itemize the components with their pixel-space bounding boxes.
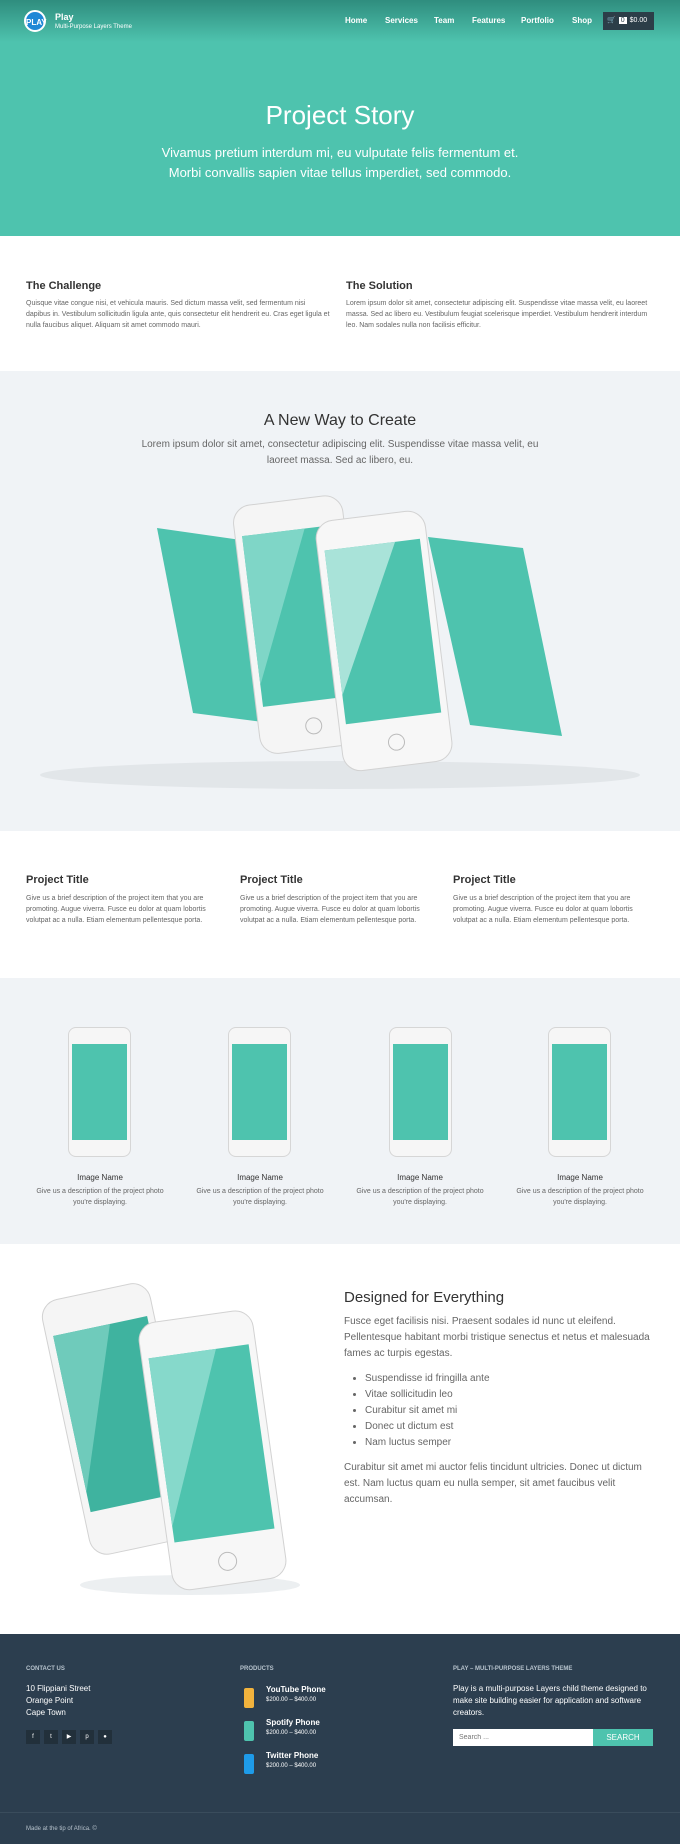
nav-shop[interactable]: Shop bbox=[572, 16, 592, 25]
gallery-phone-image[interactable] bbox=[389, 1027, 452, 1157]
product-price: $200.00 – $400.00 bbox=[266, 1730, 317, 1736]
hero-subtitle: Vivamus pretium interdum mi, eu vulputat… bbox=[161, 145, 519, 180]
cart-icon: 🛒 bbox=[607, 17, 616, 24]
gallery-item-name: Image Name bbox=[397, 1173, 443, 1182]
search-input[interactable] bbox=[453, 1729, 593, 1746]
gallery-item-desc: Give us a description of the project pho… bbox=[356, 1188, 484, 1206]
product-price: $200.00 – $400.00 bbox=[266, 1763, 317, 1769]
product-price: $200.00 – $400.00 bbox=[266, 1697, 317, 1703]
gallery-item-name: Image Name bbox=[77, 1173, 123, 1182]
bullet-item: Nam luctus semper bbox=[365, 1435, 490, 1451]
gallery-phone-image[interactable] bbox=[228, 1027, 291, 1157]
product-thumbnail[interactable] bbox=[244, 1721, 254, 1741]
project-text: Give us a brief description of the proje… bbox=[453, 895, 633, 924]
project-text: Give us a brief description of the proje… bbox=[240, 895, 420, 924]
footer-divider bbox=[0, 1812, 680, 1813]
gallery-phone-image[interactable] bbox=[548, 1027, 611, 1157]
product-thumbnail[interactable] bbox=[244, 1754, 254, 1774]
logo[interactable]: PLAY bbox=[24, 10, 47, 32]
gallery-item: Image Name Give us a description of the p… bbox=[195, 1161, 325, 1208]
challenge-title: The Challenge bbox=[26, 280, 102, 292]
about-heading: PLAY – MULTI-PURPOSE LAYERS THEME bbox=[453, 1666, 573, 1672]
address-line: Orange Point bbox=[26, 1696, 74, 1705]
bullet-item: Curabitur sit amet mi bbox=[365, 1403, 490, 1419]
about-text: Play is a multi-purpose Layers child the… bbox=[453, 1684, 647, 1717]
bullet-item: Donec ut dictum est bbox=[365, 1419, 490, 1435]
cart-button[interactable]: 🛒 0 $0.00 bbox=[603, 12, 654, 30]
copyright: Made at the tip of Africa. © bbox=[26, 1826, 97, 1832]
contact-heading: CONTACT US bbox=[26, 1666, 65, 1672]
facebook-icon[interactable]: f bbox=[26, 1730, 40, 1744]
product-thumbnail[interactable] bbox=[244, 1688, 254, 1708]
cart-count: 0 bbox=[618, 17, 627, 24]
site-title[interactable]: Play bbox=[55, 12, 74, 22]
project-text: Give us a brief description of the proje… bbox=[26, 895, 206, 924]
designed-outro: Curabitur sit amet mi auctor felis tinci… bbox=[344, 1462, 642, 1505]
cart-total: $0.00 bbox=[629, 17, 648, 24]
gallery-item-desc: Give us a description of the project pho… bbox=[36, 1188, 164, 1206]
contact-address: 10 Flippiani Street Orange Point Cape To… bbox=[26, 1683, 90, 1719]
bullet-item: Vitae sollicitudin leo bbox=[365, 1387, 490, 1403]
designed-intro: Fusce eget facilisis nisi. Praesent soda… bbox=[344, 1316, 650, 1359]
product-item[interactable]: YouTube Phone $200.00 – $400.00 bbox=[266, 1685, 326, 1703]
products-heading: PRODUCTS bbox=[240, 1666, 274, 1672]
project-title: Project Title bbox=[453, 874, 516, 886]
dribbble-icon[interactable]: ● bbox=[98, 1730, 112, 1744]
new-way-text: Lorem ipsum dolor sit amet, consectetur … bbox=[141, 439, 539, 466]
address-line: 10 Flippiani Street bbox=[26, 1684, 91, 1693]
nav-team[interactable]: Team bbox=[434, 16, 454, 25]
search-button[interactable]: SEARCH bbox=[593, 1729, 653, 1746]
twitter-icon[interactable]: t bbox=[44, 1730, 58, 1744]
gallery-item-desc: Give us a description of the project pho… bbox=[196, 1188, 324, 1206]
gallery-phone-image[interactable] bbox=[68, 1027, 131, 1157]
gallery-item: Image Name Give us a description of the p… bbox=[515, 1161, 645, 1208]
address-line: Cape Town bbox=[26, 1708, 66, 1717]
new-way-title: A New Way to Create bbox=[263, 412, 417, 429]
product-item[interactable]: Twitter Phone $200.00 – $400.00 bbox=[266, 1751, 318, 1769]
phones-mockup-image bbox=[40, 495, 640, 789]
product-name[interactable]: YouTube Phone bbox=[266, 1685, 326, 1694]
gallery-item: Image Name Give us a description of the p… bbox=[355, 1161, 485, 1208]
project-title: Project Title bbox=[26, 874, 89, 886]
nav-portfolio[interactable]: Portfolio bbox=[521, 16, 554, 25]
nav-home[interactable]: Home bbox=[345, 16, 367, 25]
bullet-item: Suspendisse id fringilla ante bbox=[365, 1371, 490, 1387]
hero-title: Project Story bbox=[265, 100, 415, 130]
youtube-icon[interactable]: ▶ bbox=[62, 1730, 76, 1744]
designed-title: Designed for Everything bbox=[344, 1289, 505, 1306]
gallery-item-name: Image Name bbox=[237, 1173, 283, 1182]
gallery-item-name: Image Name bbox=[557, 1173, 603, 1182]
solution-title: The Solution bbox=[346, 280, 413, 292]
challenge-text: Quisque vitae congue nisi, et vehicula m… bbox=[26, 300, 330, 329]
project-title: Project Title bbox=[240, 874, 303, 886]
product-name[interactable]: Twitter Phone bbox=[266, 1751, 318, 1760]
nav-features[interactable]: Features bbox=[472, 16, 505, 25]
product-name[interactable]: Spotify Phone bbox=[266, 1718, 320, 1727]
solution-text: Lorem ipsum dolor sit amet, consectetur … bbox=[346, 300, 648, 329]
gallery-item: Image Name Give us a description of the p… bbox=[35, 1161, 165, 1208]
designed-bullet-list: Suspendisse id fringilla ante Vitae soll… bbox=[365, 1371, 490, 1451]
site-tagline: Multi-Purpose Layers Theme bbox=[55, 24, 132, 30]
designed-phones-image bbox=[41, 1283, 300, 1595]
nav-services[interactable]: Services bbox=[385, 16, 418, 25]
pinterest-icon[interactable]: p bbox=[80, 1730, 94, 1744]
gallery-item-desc: Give us a description of the project pho… bbox=[516, 1188, 644, 1206]
product-item[interactable]: Spotify Phone $200.00 – $400.00 bbox=[266, 1718, 320, 1736]
